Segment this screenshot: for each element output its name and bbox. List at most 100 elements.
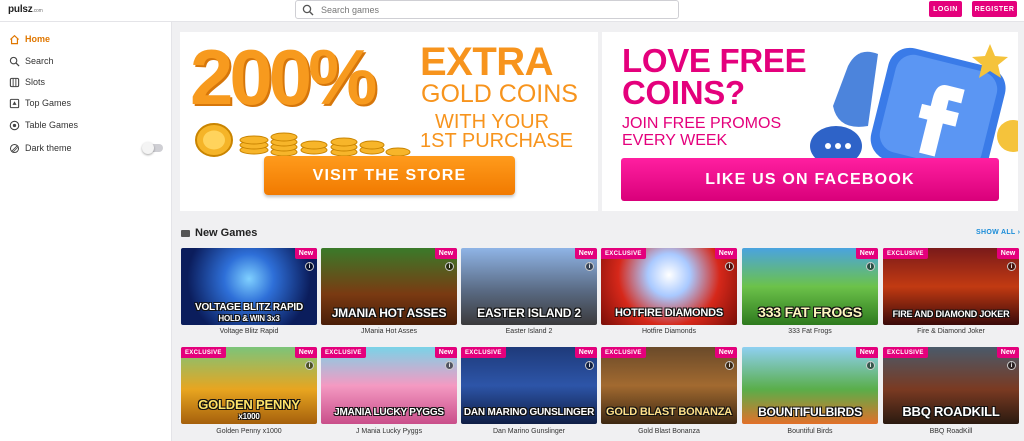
game-art-title: VOLTAGE BLITZ RAPID: [194, 302, 304, 313]
sidebar-item-home[interactable]: Home: [0, 29, 172, 49]
promo-gold-coins: GOLD COINS: [421, 80, 578, 108]
game-tile-voltage-blitz-rapid[interactable]: New i VOLTAGE BLITZ RAPID HOLD & WIN 3x3: [181, 248, 317, 325]
info-icon[interactable]: i: [585, 361, 594, 370]
game-tile-gold-blast-bonanza[interactable]: EXCLUSIVE New i GOLD BLAST BONANZA: [601, 347, 737, 424]
login-button[interactable]: LOGIN: [929, 1, 962, 17]
search-placeholder: Search games: [321, 5, 380, 15]
game-art-subtitle: HOLD & WIN 3x3: [218, 314, 280, 323]
info-icon[interactable]: i: [305, 262, 314, 271]
info-icon[interactable]: i: [725, 361, 734, 370]
info-icon[interactable]: i: [1007, 361, 1016, 370]
game-tile-dan-marino-gunslinger[interactable]: EXCLUSIVE New i DAN MARINO GUNSLINGER: [461, 347, 597, 424]
new-badge: New: [575, 347, 597, 358]
sidebar-label: Table Games: [25, 120, 79, 130]
game-art-title: DAN MARINO GUNSLINGER: [463, 407, 595, 418]
promo-love-free: LOVE FREE: [622, 42, 807, 79]
exclusive-badge: EXCLUSIVE: [461, 347, 506, 358]
sidebar-label: Slots: [25, 77, 46, 87]
dark-theme-toggle[interactable]: [142, 142, 163, 154]
game-caption[interactable]: Fire & Diamond Joker: [883, 328, 1019, 335]
facebook-promo-banner[interactable]: LOVE FREE COINS? JOIN FREE PROMOS EVERY …: [602, 32, 1018, 211]
info-icon[interactable]: i: [445, 262, 454, 271]
new-badge: New: [715, 347, 737, 358]
new-badge: New: [575, 248, 597, 259]
show-all-link[interactable]: SHOW ALL ›: [976, 229, 1020, 236]
search-icon: [302, 4, 314, 16]
info-icon[interactable]: i: [445, 361, 454, 370]
dark-theme-icon: [9, 143, 20, 153]
search-bar[interactable]: Search games: [295, 0, 679, 19]
game-art-title: 333 FAT FROGS: [758, 304, 862, 320]
new-badge: New: [856, 347, 878, 358]
game-caption[interactable]: JMania Hot Asses: [321, 328, 457, 335]
top-games-icon: [9, 98, 20, 108]
new-badge: New: [997, 248, 1019, 259]
new-badge: New: [715, 248, 737, 259]
game-art-title: HOTFIRE DIAMONDS: [614, 307, 724, 319]
game-art-title: FIRE AND DIAMOND JOKER: [892, 309, 1010, 319]
logo-domain: .com: [32, 8, 43, 14]
store-promo-banner[interactable]: 200% EXTRA GOLD COINS WITH YOUR 1ST PURC…: [180, 32, 598, 211]
new-badge: New: [295, 347, 317, 358]
sidebar: Home Search Slots Top Games Table Games …: [0, 22, 172, 441]
game-art-title: JMANIA HOT ASSES: [331, 306, 447, 320]
game-art-title: BOUNTIFULBIRDS: [758, 405, 862, 419]
exclusive-badge: EXCLUSIVE: [321, 347, 366, 358]
sidebar-label: Search: [25, 56, 54, 66]
game-tile-jmania-hot-asses[interactable]: New i JMANIA HOT ASSES: [321, 248, 457, 325]
sidebar-item-dark-theme: Dark theme: [0, 138, 172, 158]
game-tile-bbq-roadkill[interactable]: EXCLUSIVE New i BBQ ROADKILL: [883, 347, 1019, 424]
like-facebook-button[interactable]: LIKE US ON FACEBOOK: [621, 158, 999, 201]
exclusive-badge: EXCLUSIVE: [601, 347, 646, 358]
game-art-title: EASTER ISLAND 2: [477, 306, 581, 320]
game-tile-jmania-lucky-pyggs[interactable]: EXCLUSIVE New i JMANIA LUCKY PYGGS: [321, 347, 457, 424]
info-icon[interactable]: i: [305, 361, 314, 370]
new-badge: New: [997, 347, 1019, 358]
new-badge: New: [435, 347, 457, 358]
info-icon[interactable]: i: [1007, 262, 1016, 271]
info-icon[interactable]: i: [866, 361, 875, 370]
new-games-icon: [181, 230, 190, 237]
info-icon[interactable]: i: [585, 262, 594, 271]
promo-love-free-coins: LOVE FREE COINS?: [622, 42, 807, 112]
sidebar-item-table-games[interactable]: Table Games: [0, 115, 172, 135]
promo-coins: COINS?: [622, 74, 745, 112]
game-caption[interactable]: Hotfire Diamonds: [601, 328, 737, 335]
game-caption[interactable]: Easter Island 2: [461, 328, 597, 335]
game-caption[interactable]: J Mania Lucky Pyggs: [321, 428, 457, 435]
register-button[interactable]: REGISTER: [972, 1, 1017, 17]
game-art-subtitle: x1000: [238, 412, 260, 421]
sidebar-item-top-games[interactable]: Top Games: [0, 93, 172, 113]
info-icon[interactable]: i: [866, 262, 875, 271]
sidebar-item-search[interactable]: Search: [0, 51, 172, 71]
game-caption[interactable]: Bountiful Birds: [742, 428, 878, 435]
exclusive-badge: EXCLUSIVE: [601, 248, 646, 259]
promo-join-free: JOIN FREE PROMOS: [622, 115, 782, 132]
game-caption[interactable]: 333 Fat Frogs: [742, 328, 878, 335]
gold-coins-image: [195, 123, 411, 157]
game-caption[interactable]: Dan Marino Gunslinger: [461, 428, 597, 435]
info-icon[interactable]: i: [725, 262, 734, 271]
sidebar-item-slots[interactable]: Slots: [0, 72, 172, 92]
promo-first-purchase: 1ST PURCHASE: [420, 130, 574, 152]
game-tile-bountiful-birds[interactable]: New i BOUNTIFULBIRDS: [742, 347, 878, 424]
pulsz-logo[interactable]: pulsz.com: [8, 4, 43, 15]
game-caption[interactable]: Gold Blast Bonanza: [601, 428, 737, 435]
visit-store-button[interactable]: VISIT THE STORE: [264, 156, 515, 195]
game-caption[interactable]: Voltage Blitz Rapid: [181, 328, 317, 335]
game-tile-hotfire-diamonds[interactable]: EXCLUSIVE New i HOTFIRE DIAMONDS: [601, 248, 737, 325]
sidebar-label: Home: [25, 34, 51, 44]
new-badge: New: [295, 248, 317, 259]
game-tile-fire-diamond-joker[interactable]: EXCLUSIVE New i FIRE AND DIAMOND JOKER: [883, 248, 1019, 325]
game-tile-333-fat-frogs[interactable]: New i 333 FAT FROGS: [742, 248, 878, 325]
new-badge: New: [435, 248, 457, 259]
game-tile-golden-penny[interactable]: EXCLUSIVE New i GOLDEN PENNY x1000: [181, 347, 317, 424]
slots-icon: [9, 77, 20, 87]
search-icon: [9, 56, 20, 67]
promo-join: JOIN FREE PROMOS EVERY WEEK: [622, 115, 782, 150]
game-caption[interactable]: Golden Penny x1000: [181, 428, 317, 435]
game-caption[interactable]: BBQ RoadKill: [883, 428, 1019, 435]
promo-200-percent: 200%: [190, 33, 377, 121]
sidebar-label: Dark theme: [25, 143, 72, 153]
game-tile-easter-island-2[interactable]: New i EASTER ISLAND 2: [461, 248, 597, 325]
